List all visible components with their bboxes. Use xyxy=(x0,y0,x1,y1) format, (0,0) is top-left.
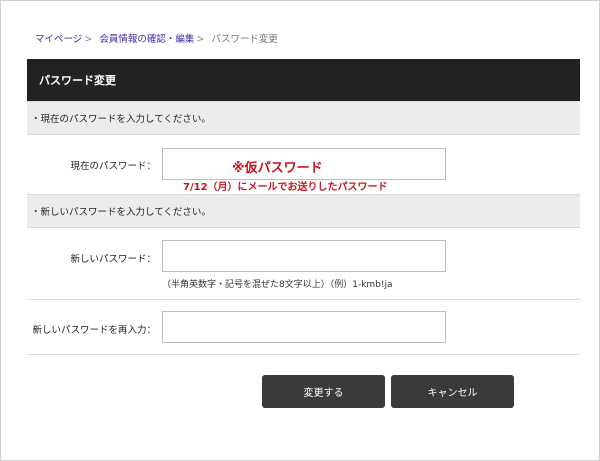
current-password-label: 現在のパスワード： xyxy=(70,161,156,172)
confirm-password-label: 新しいパスワードを再入力： xyxy=(32,325,156,336)
confirm-password-input[interactable] xyxy=(162,311,446,343)
section-new-password: ・新しいパスワードを入力してください。 xyxy=(27,194,580,228)
cancel-button[interactable]: キャンセル xyxy=(391,375,514,408)
new-password-label: 新しいパスワード： xyxy=(70,254,156,265)
divider xyxy=(27,354,580,355)
breadcrumb-current: パスワード変更 xyxy=(211,34,278,45)
submit-button[interactable]: 変更する xyxy=(262,375,385,408)
new-password-input[interactable] xyxy=(162,240,446,272)
password-requirements-hint: （半角英数字・記号を混ぜた8文字以上）（例）1-kmb!ja xyxy=(162,280,393,290)
breadcrumb-separator: > xyxy=(196,34,205,45)
temporary-password-note-detail: 7/12（月）にメールでお送りしたパスワード xyxy=(183,182,388,193)
breadcrumb-separator: > xyxy=(84,34,93,45)
divider xyxy=(27,299,580,300)
page-title: パスワード変更 xyxy=(27,59,580,101)
breadcrumb-link-mypage[interactable]: マイページ xyxy=(35,34,82,45)
temporary-password-note: ※仮パスワード xyxy=(232,161,323,176)
section-current-password: ・現在のパスワードを入力してください。 xyxy=(27,101,580,135)
breadcrumb: マイページ > 会員情報の確認・編集 > パスワード変更 xyxy=(35,31,278,45)
breadcrumb-link-member-info[interactable]: 会員情報の確認・編集 xyxy=(99,34,194,45)
